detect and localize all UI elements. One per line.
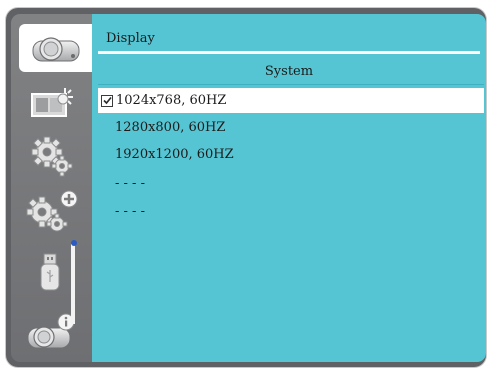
section-divider bbox=[98, 84, 484, 85]
usb-icon bbox=[40, 253, 59, 291]
sidebar-item-advanced[interactable] bbox=[11, 188, 92, 236]
sidebar-item-projector[interactable] bbox=[19, 24, 95, 72]
image-settings-icon bbox=[30, 88, 73, 117]
list-item-label: 1024x768, 60HZ bbox=[116, 93, 227, 108]
page-title: Display bbox=[106, 31, 155, 46]
title-divider bbox=[98, 51, 480, 54]
list-item-label: - - - - bbox=[115, 176, 145, 191]
list-item-label: 1280x800, 60HZ bbox=[115, 120, 226, 135]
projector-info-icon bbox=[27, 313, 74, 349]
advanced-gears-icon bbox=[26, 190, 77, 232]
scrollbar-thumb[interactable] bbox=[71, 240, 77, 246]
section-header: System bbox=[264, 64, 314, 79]
list-item[interactable]: - - - - bbox=[98, 199, 484, 224]
list-item-label: 1920x1200, 60HZ bbox=[115, 147, 234, 162]
list-item[interactable]: 1024x768, 60HZ bbox=[98, 88, 484, 113]
sidebar-item-info[interactable] bbox=[11, 308, 92, 356]
list-item[interactable]: - - - - bbox=[98, 171, 484, 196]
sidebar bbox=[11, 14, 95, 362]
projector-icon bbox=[32, 37, 80, 62]
list-item[interactable]: 1280x800, 60HZ bbox=[98, 115, 484, 140]
scrollbar-track[interactable] bbox=[71, 244, 75, 324]
sidebar-item-settings[interactable] bbox=[11, 132, 92, 180]
sidebar-item-usb[interactable] bbox=[11, 250, 92, 298]
list-item-label: - - - - bbox=[115, 204, 145, 219]
checkbox-checked[interactable] bbox=[101, 94, 113, 107]
list-item[interactable]: 1920x1200, 60HZ bbox=[98, 142, 484, 167]
check-icon bbox=[102, 96, 112, 105]
gears-icon bbox=[31, 136, 72, 177]
sidebar-item-image[interactable] bbox=[11, 80, 92, 128]
